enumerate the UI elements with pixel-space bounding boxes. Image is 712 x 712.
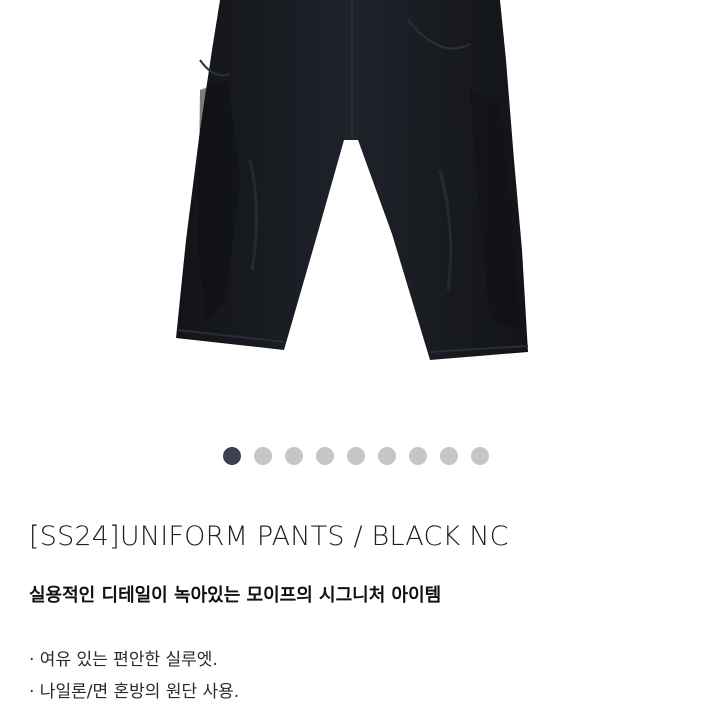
pagination-dot-5[interactable] bbox=[347, 447, 365, 465]
product-feature-2: · 나일론/면 혼방의 원단 사용. bbox=[29, 682, 240, 702]
pagination-dot-2[interactable] bbox=[254, 447, 272, 465]
pagination-dot-9[interactable] bbox=[471, 447, 489, 465]
image-pagination-dots bbox=[0, 447, 712, 465]
pagination-dot-7[interactable] bbox=[409, 447, 427, 465]
pagination-dot-3[interactable] bbox=[285, 447, 303, 465]
product-title: [SS24]UNIFORM PANTS / BLACK NC bbox=[29, 521, 509, 552]
product-subtitle: 실용적인 디테일이 녹아있는 모이프의 시그니처 아이템 bbox=[29, 585, 442, 606]
pagination-dot-8[interactable] bbox=[440, 447, 458, 465]
pagination-dot-6[interactable] bbox=[378, 447, 396, 465]
pagination-dot-4[interactable] bbox=[316, 447, 334, 465]
product-feature-1: · 여유 있는 편안한 실루엣. bbox=[29, 650, 218, 670]
pagination-dot-1[interactable] bbox=[223, 447, 241, 465]
product-image[interactable] bbox=[0, 0, 712, 430]
black-pants-image bbox=[176, 0, 529, 360]
